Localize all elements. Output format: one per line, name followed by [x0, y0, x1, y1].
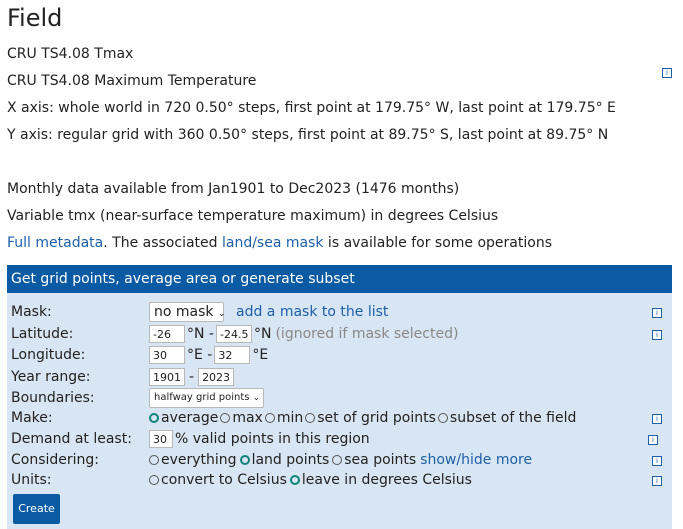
boundaries-select-value: halfway grid points [154, 392, 250, 403]
demand-text: % valid points in this region [175, 431, 370, 447]
create-button[interactable]: Create [13, 494, 60, 524]
metadata-line: Full metadata. The associated land/sea m… [7, 235, 552, 251]
consider-sea-radio[interactable] [332, 455, 343, 465]
info-icon[interactable]: i [662, 68, 672, 78]
make-average-radio[interactable] [149, 413, 159, 423]
info-icon[interactable]: i [652, 456, 662, 466]
year-range-row: Year range: 1901 - 2023 [11, 367, 666, 387]
longitude-row: Longitude: 30 °E - 32 °E [11, 345, 666, 365]
latitude-to-input[interactable]: -24.5 [215, 325, 252, 343]
lon-unit-to: °E [252, 347, 269, 363]
year-from-input[interactable]: 1901 [149, 368, 185, 386]
year-separator: - [189, 369, 195, 385]
panel-header: Get grid points, average area or generat… [7, 265, 672, 293]
metadata-mid-text: . The associated [103, 235, 222, 251]
make-set-of-grid-points-radio[interactable] [305, 413, 316, 423]
make-max-radio[interactable] [220, 413, 231, 423]
info-icon[interactable]: i [648, 435, 658, 445]
units-row: Units: convert to Celsius leave in degre… [11, 470, 666, 490]
lat-unit-to: °N [253, 326, 272, 342]
consider-sea-label: sea points [344, 452, 417, 468]
show-hide-more-link[interactable]: show/hide more [420, 452, 532, 468]
subset-form-panel: Get grid points, average area or generat… [7, 265, 672, 529]
info-icon[interactable]: i [652, 476, 662, 486]
mask-label: Mask: [11, 304, 52, 320]
lon-unit-from: °E - [187, 347, 213, 363]
availability-text: Monthly data available from Jan1901 to D… [7, 181, 460, 197]
make-set-of-grid-points-label: set of grid points [317, 410, 436, 426]
chevron-down-icon: ⌄ [217, 309, 226, 319]
mask-row: Mask: no mask ⌄ add a mask to the list i [11, 302, 666, 322]
make-max-label: max [232, 410, 263, 426]
info-icon[interactable]: i [652, 414, 662, 424]
make-subset-label: subset of the field [449, 410, 577, 426]
longitude-to-input[interactable]: 32 [214, 346, 251, 364]
demand-label: Demand at least: [11, 431, 132, 447]
considering-label: Considering: [11, 452, 100, 468]
page: Field CRU TS4.08 Tmax CRU TS4.08 Maximum… [0, 0, 683, 529]
considering-row: Considering: everything land points sea … [11, 450, 666, 470]
info-icon[interactable]: i [652, 330, 662, 340]
make-average-label: average [161, 410, 219, 426]
info-icon[interactable]: i [652, 308, 662, 318]
units-leave-radio[interactable] [289, 475, 300, 485]
land-sea-mask-link[interactable]: land/sea mask [222, 235, 324, 251]
add-mask-link[interactable]: add a mask to the list [236, 304, 388, 320]
variable-text: Variable tmx (near-surface temperature m… [7, 208, 499, 224]
make-min-label: min [276, 410, 304, 426]
units-leave-label: leave in degrees Celsius [301, 472, 472, 488]
longitude-from-input[interactable]: 30 [149, 346, 185, 364]
year-to-input[interactable]: 2023 [198, 368, 235, 386]
demand-row: Demand at least: 30 % valid points in th… [11, 429, 666, 449]
boundaries-label: Boundaries: [11, 390, 95, 406]
consider-everything-radio[interactable] [149, 455, 159, 465]
lat-unit-from: °N - [187, 326, 214, 342]
year-range-label: Year range: [11, 369, 91, 385]
full-metadata-link[interactable]: Full metadata [7, 235, 103, 251]
make-min-radio[interactable] [264, 413, 275, 423]
y-axis-text: Y axis: regular grid with 360 0.50° step… [7, 127, 609, 143]
latitude-label: Latitude: [11, 326, 74, 342]
consider-land-label: land points [251, 452, 330, 468]
latitude-note: (ignored if mask selected) [275, 326, 459, 342]
page-title: Field [7, 4, 63, 32]
make-row: Make: average max min set of grid points… [11, 408, 666, 428]
latitude-from-input[interactable]: -26 [149, 325, 185, 343]
make-label: Make: [11, 410, 53, 426]
units-label: Units: [11, 472, 52, 488]
make-subset-radio[interactable] [437, 413, 448, 423]
longitude-label: Longitude: [11, 347, 86, 363]
units-convert-label: convert to Celsius [161, 472, 287, 488]
chevron-down-icon: ⌄ [252, 393, 261, 403]
field-long-name: CRU TS4.08 Maximum Temperature [7, 73, 257, 89]
mask-select-value: no mask [154, 304, 214, 320]
x-axis-text: X axis: whole world in 720 0.50° steps, … [7, 100, 616, 116]
consider-everything-label: everything [161, 452, 237, 468]
units-convert-radio[interactable] [149, 475, 159, 485]
demand-input[interactable]: 30 [149, 430, 173, 448]
mask-select[interactable]: no mask ⌄ [149, 302, 226, 322]
field-name: CRU TS4.08 Tmax [7, 46, 134, 62]
boundaries-select[interactable]: halfway grid points ⌄ [149, 388, 264, 408]
latitude-row: Latitude: -26 °N - -24.5 °N (ignored if … [11, 324, 666, 344]
metadata-tail-text: is available for some operations [323, 235, 552, 251]
boundaries-row: Boundaries: halfway grid points ⌄ [11, 388, 666, 408]
consider-land-radio[interactable] [239, 455, 250, 465]
